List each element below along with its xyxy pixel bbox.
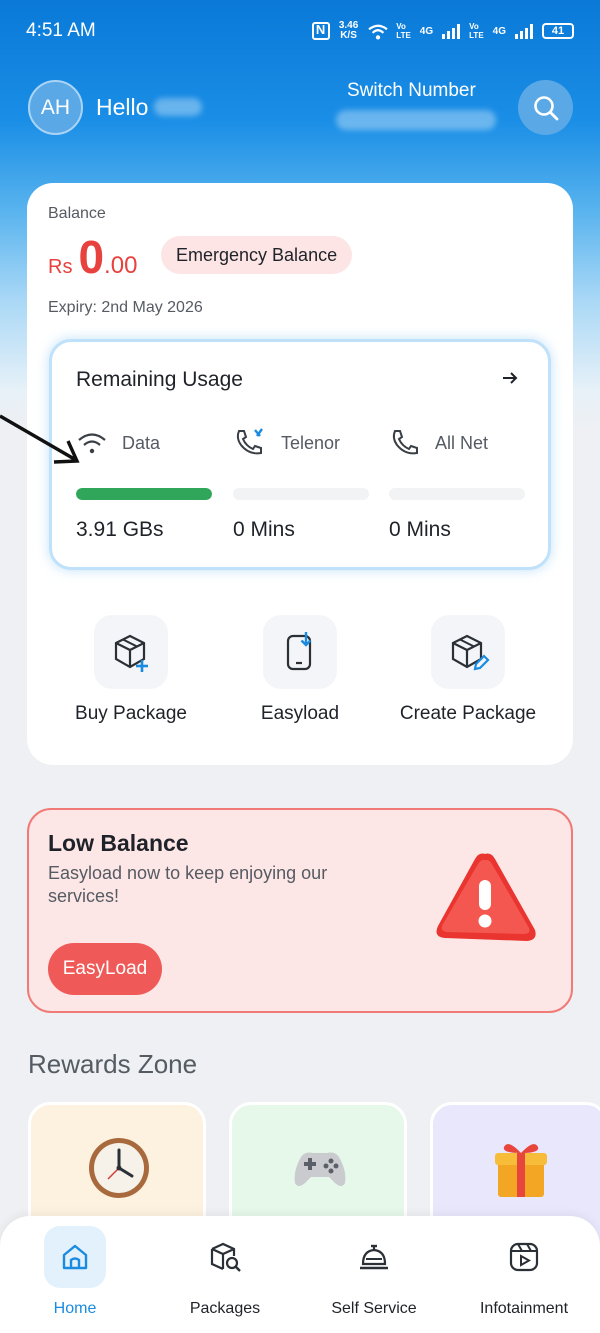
user-name-redacted [154, 98, 202, 116]
battery-level: 41 [551, 25, 565, 37]
usage-data-bar-fill [76, 488, 212, 500]
service-bell-icon [343, 1226, 405, 1288]
nav-home-label: Home [53, 1300, 97, 1317]
low-balance-description: Easyload now to keep enjoying our servic… [48, 863, 328, 906]
nav-infotainment[interactable]: Infotainment [449, 1226, 599, 1318]
nav-self-service-label: Self Service [331, 1300, 417, 1317]
home-icon [44, 1226, 106, 1288]
usage-telenor-value: 0 Mins [233, 518, 295, 541]
search-icon [533, 95, 558, 120]
volte-bottom-1: LTE [396, 31, 411, 40]
low-balance-title: Low Balance [48, 830, 189, 856]
annotation-arrow-icon [0, 414, 80, 464]
nav-home[interactable]: Home [0, 1226, 150, 1318]
easyload-cta-button[interactable]: EasyLoad [48, 943, 162, 995]
balance-integer: 0 [78, 231, 105, 283]
box-plus-icon [94, 615, 168, 689]
arrow-right-icon[interactable] [500, 368, 520, 388]
bottom-navigation: Home Packages Self Service Infotainment [0, 1216, 600, 1333]
app-header: AH Hello Switch Number [0, 80, 600, 136]
volte-indicator-1: Vo LTE [396, 22, 411, 40]
box-edit-icon [431, 615, 505, 689]
greeting: Hello [96, 94, 149, 120]
nav-self-service[interactable]: Self Service [299, 1226, 449, 1318]
create-package-button[interactable]: Create Package [383, 615, 553, 725]
usage-data-label: Data [122, 432, 161, 453]
volte-top-2: Vo [469, 22, 479, 31]
easyload-button[interactable]: Easyload [215, 615, 385, 725]
signal-icon-2 [515, 23, 533, 39]
network-type-2: 4G [492, 25, 506, 37]
gift-icon [495, 1144, 547, 1197]
gamepad-icon [294, 1152, 346, 1186]
telenor-call-icon [236, 428, 263, 455]
balance-amount: Rs 0 .00 [48, 230, 137, 284]
volte-indicator-2: Vo LTE [469, 22, 484, 40]
quick-actions: Buy Package Easyload Create Package [27, 615, 573, 735]
warning-icon [436, 853, 536, 941]
low-balance-card: Low Balance Easyload now to keep enjoyin… [27, 808, 573, 1013]
buy-package-label: Buy Package [75, 703, 187, 724]
balance-card: Balance Rs 0 .00 Emergency Balance Expir… [27, 183, 573, 765]
usage-telenor: Telenor 0 Mins [233, 428, 373, 541]
avatar-initials: AH [40, 95, 71, 119]
volte-top-1: Vo [396, 22, 406, 31]
phone-download-icon [263, 615, 337, 689]
easyload-label: Easyload [260, 703, 340, 724]
nav-packages-label: Packages [189, 1300, 261, 1317]
rewards-title: Rewards Zone [28, 1049, 198, 1079]
clock-icon [89, 1138, 149, 1198]
network-type-1: 4G [419, 25, 434, 37]
status-bar: 4:51 AM 3.46 K/S Vo LTE 4G Vo LTE 4G 41 [0, 0, 600, 62]
buy-package-button[interactable]: Buy Package [46, 615, 216, 725]
usage-data: Data 3.91 GBs [76, 428, 216, 541]
avatar[interactable]: AH [28, 80, 83, 135]
switch-number-button[interactable]: Switch Number [347, 80, 476, 102]
phone-icon [392, 430, 418, 455]
create-package-label: Create Package [399, 703, 537, 724]
balance-decimal: .00 [104, 252, 138, 279]
usage-allnet-label: All Net [435, 432, 489, 453]
usage-allnet-bar [389, 488, 525, 500]
usage-data-value: 3.91 GBs [76, 518, 164, 541]
network-speed-unit: K/S [340, 30, 357, 41]
wifi-icon [367, 23, 388, 40]
status-time: 4:51 AM [26, 20, 96, 41]
balance-label: Balance [48, 205, 106, 222]
phone-number-redacted[interactable] [336, 110, 496, 130]
search-button[interactable] [518, 80, 573, 135]
emergency-balance-button[interactable]: Emergency Balance [161, 236, 353, 274]
usage-allnet: All Net 0 Mins [389, 428, 529, 541]
nav-infotainment-label: Infotainment [479, 1300, 569, 1317]
usage-title: Remaining Usage [76, 368, 243, 391]
battery-icon: 41 [542, 23, 574, 39]
video-play-icon [493, 1226, 555, 1288]
balance-currency: Rs [48, 256, 73, 278]
remaining-usage-card[interactable]: Remaining Usage Data 3.91 GBs Telenor 0 … [49, 339, 551, 570]
package-search-icon [194, 1226, 256, 1288]
volte-bottom-2: LTE [469, 31, 484, 40]
network-speed: 3.46 K/S [339, 21, 358, 41]
usage-allnet-value: 0 Mins [389, 518, 451, 541]
nfc-icon [311, 22, 330, 40]
expiry-date: Expiry: 2nd May 2026 [48, 299, 203, 316]
nav-packages[interactable]: Packages [150, 1226, 300, 1318]
usage-telenor-label: Telenor [281, 432, 341, 453]
status-icons: 3.46 K/S Vo LTE 4G Vo LTE 4G 41 [311, 21, 574, 41]
usage-data-bar [76, 488, 212, 500]
usage-telenor-bar [233, 488, 369, 500]
signal-icon-1 [442, 23, 461, 39]
